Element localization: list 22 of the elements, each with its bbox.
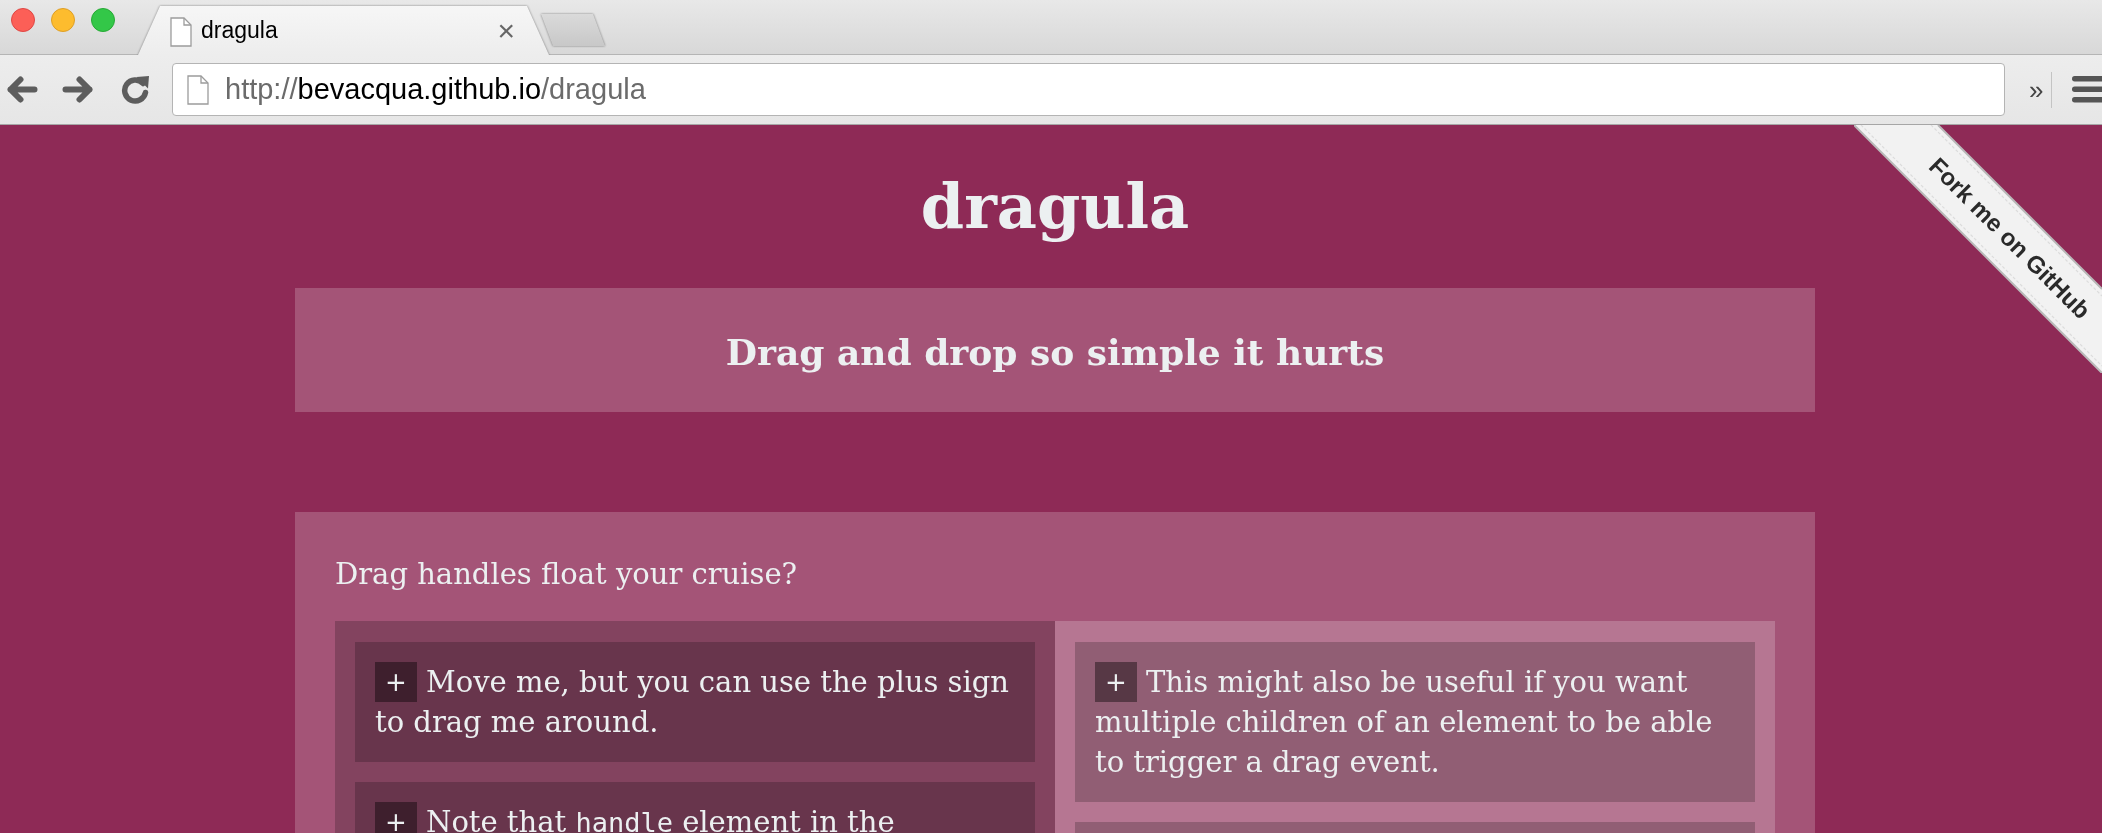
close-window-button[interactable] [11,8,35,32]
left-arrow-icon[interactable] [7,76,38,103]
close-tab-button[interactable]: × [497,15,515,46]
draggable-item[interactable]: + Note that handle element in the [355,782,1035,833]
menu-icon[interactable] [2072,76,2102,103]
drag-handle[interactable]: + [1095,662,1137,702]
example-heading: Drag handles float your cruise? [335,556,798,592]
page-icon [170,16,192,47]
right-arrow-icon[interactable] [62,76,93,103]
page-icon [187,74,209,105]
drag-handle[interactable]: + [375,662,417,702]
draggable-item[interactable]: + This might also be useful if you want multiple children of an element to be able to trigger a drag event. [1075,642,1755,802]
maximize-window-button[interactable] [91,8,115,32]
reload-icon[interactable] [120,75,150,104]
tagline: Drag and drop so simple it hurts [725,330,1385,374]
draggable-item[interactable]: + Move me, but you can use the plus sign to drag me around. [355,642,1035,762]
drag-handle[interactable]: + [375,802,417,833]
browser-tab[interactable]: dragula × [138,6,549,55]
minimize-window-button[interactable] [51,8,75,32]
address-field[interactable]: http://bevacqua.github.io/dragula [172,63,2005,116]
overflow-button[interactable]: » [2029,74,2044,105]
page-title: dragula [920,169,1190,245]
